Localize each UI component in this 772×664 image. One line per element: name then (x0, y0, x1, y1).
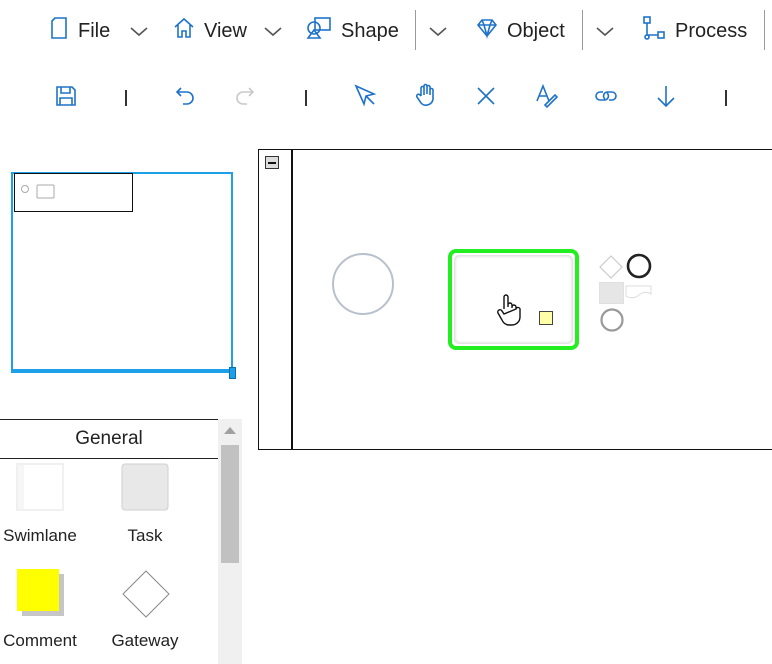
delete-button[interactable] (472, 82, 500, 110)
menu-view-label: View (204, 19, 247, 42)
menu-separator (582, 10, 583, 50)
pan-tool-button[interactable] (412, 82, 440, 110)
append-task-icon[interactable] (599, 282, 624, 304)
save-button[interactable] (52, 82, 80, 110)
overview-thumbnail-icon (21, 184, 55, 199)
start-event-shape[interactable] (332, 253, 394, 315)
menu-process[interactable]: Process (641, 14, 747, 48)
palette-group-title: General (75, 428, 143, 449)
collapse-minus-icon[interactable] (265, 156, 279, 169)
menu-object[interactable]: Object (475, 14, 565, 48)
palette-label-task: Task (127, 526, 163, 545)
shapes-icon (305, 16, 333, 46)
text-style-button[interactable] (532, 82, 560, 110)
palette-label-swimlane: Swimlane (3, 526, 77, 545)
text-style-icon (536, 83, 559, 109)
process-flow-icon (641, 15, 667, 47)
select-pointer-icon (354, 84, 377, 107)
palette-item-comment[interactable] (16, 568, 66, 618)
menu-shape[interactable]: Shape (305, 14, 399, 48)
palette-item-task[interactable] (121, 463, 169, 511)
menu-object-label: Object (507, 19, 565, 42)
palette-label-gateway: Gateway (111, 631, 179, 650)
palette-scroll-thumb[interactable] (221, 445, 239, 563)
comment-icon (17, 569, 64, 616)
menu-shape-label: Shape (341, 19, 399, 42)
palette-item-gateway[interactable] (121, 569, 171, 619)
file-icon (48, 16, 70, 46)
palette-item-swimlane[interactable] (16, 463, 64, 511)
undo-icon (175, 87, 194, 105)
overview-viewport-rect[interactable] (14, 173, 133, 212)
palette-group-header[interactable]: General (0, 419, 218, 459)
redo-icon (236, 87, 255, 105)
select-tool-button[interactable] (352, 82, 380, 110)
pan-hand-icon (415, 83, 434, 106)
menu-separator (415, 10, 416, 50)
gateway-icon (122, 570, 170, 618)
swimlane-icon (16, 463, 64, 511)
comment-marker[interactable] (539, 311, 553, 325)
menu-view[interactable]: View (172, 14, 247, 48)
home-icon (172, 16, 196, 46)
pool-header-divider (291, 149, 293, 450)
file-dropdown-chevron-icon[interactable] (128, 20, 150, 42)
link-icon (595, 91, 617, 101)
save-icon (56, 86, 76, 106)
append-annotation-icon[interactable] (625, 284, 653, 302)
shape-dropdown-chevron-icon[interactable] (427, 20, 449, 42)
diamond-gem-icon (475, 16, 499, 46)
scroll-up-arrow-icon[interactable] (224, 427, 236, 434)
redo-button[interactable] (231, 82, 259, 110)
palette-label-comment: Comment (3, 631, 77, 650)
hand-cursor-icon (496, 293, 524, 327)
menu-file-label: File (78, 19, 111, 42)
object-dropdown-chevron-icon[interactable] (594, 20, 616, 42)
task-icon (121, 463, 169, 511)
toolbar-separator (305, 90, 307, 106)
toolbar-separator (125, 90, 127, 106)
menu-process-label: Process (675, 19, 748, 42)
arrow-down-button[interactable] (652, 82, 680, 110)
delete-icon (477, 87, 495, 105)
overview-resize-handle[interactable] (229, 367, 236, 379)
undo-button[interactable] (171, 82, 199, 110)
append-gateway-icon[interactable] (598, 254, 624, 280)
link-button[interactable] (592, 82, 620, 110)
menu-separator (764, 10, 765, 50)
append-end-event-icon[interactable] (625, 252, 653, 280)
append-intermediate-event-icon[interactable] (599, 307, 625, 333)
menu-file[interactable]: File (48, 14, 110, 48)
arrow-down-icon (657, 86, 675, 108)
toolbar-separator (725, 90, 727, 106)
view-dropdown-chevron-icon[interactable] (262, 20, 284, 42)
